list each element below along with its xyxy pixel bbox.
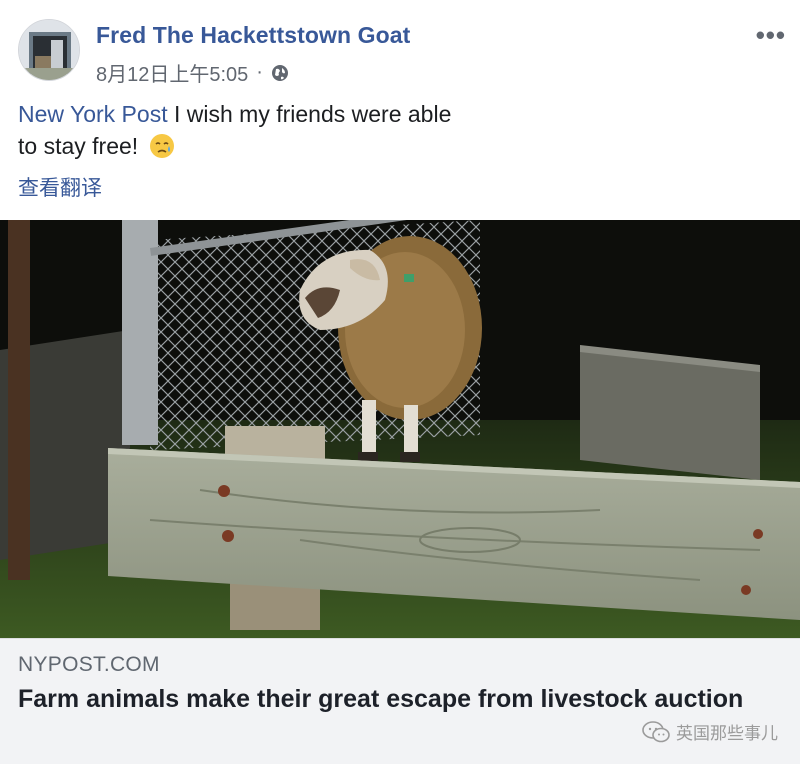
globe-icon[interactable]	[271, 64, 289, 82]
timestamp[interactable]: 8月12日上午5:05	[96, 58, 248, 87]
sad-sweat-emoji-icon	[149, 134, 174, 158]
post-header: Fred The Hackettstown Goat 8月12日上午5:05 ·…	[0, 0, 800, 90]
post-message: New York Post I wish my friends were abl…	[18, 98, 538, 162]
sheep-fence-image	[0, 220, 800, 638]
wechat-icon	[642, 720, 670, 742]
avatar[interactable]	[18, 19, 80, 81]
mention-link[interactable]: New York Post	[18, 101, 168, 127]
link-domain: NYPOST.COM	[18, 653, 160, 676]
avatar-image	[19, 20, 79, 80]
post-photo[interactable]	[0, 220, 800, 638]
link-preview-card[interactable]: NYPOST.COM Farm animals make their great…	[0, 638, 800, 764]
watermark: 英国那些事儿	[642, 719, 778, 744]
link-headline[interactable]: Farm animals make their great escape fro…	[18, 683, 758, 715]
author-name[interactable]: Fred The Hackettstown Goat	[96, 22, 410, 49]
message-line-2: to stay free!	[18, 133, 139, 159]
post-meta: 8月12日上午5:05 ·	[96, 58, 289, 87]
see-translation-link[interactable]: 查看翻译	[18, 172, 102, 202]
message-line-1: I wish my friends were able	[167, 101, 452, 127]
more-options-button[interactable]: •••	[756, 20, 786, 51]
watermark-text: 英国那些事儿	[676, 724, 778, 743]
meta-separator: ·	[256, 61, 263, 83]
